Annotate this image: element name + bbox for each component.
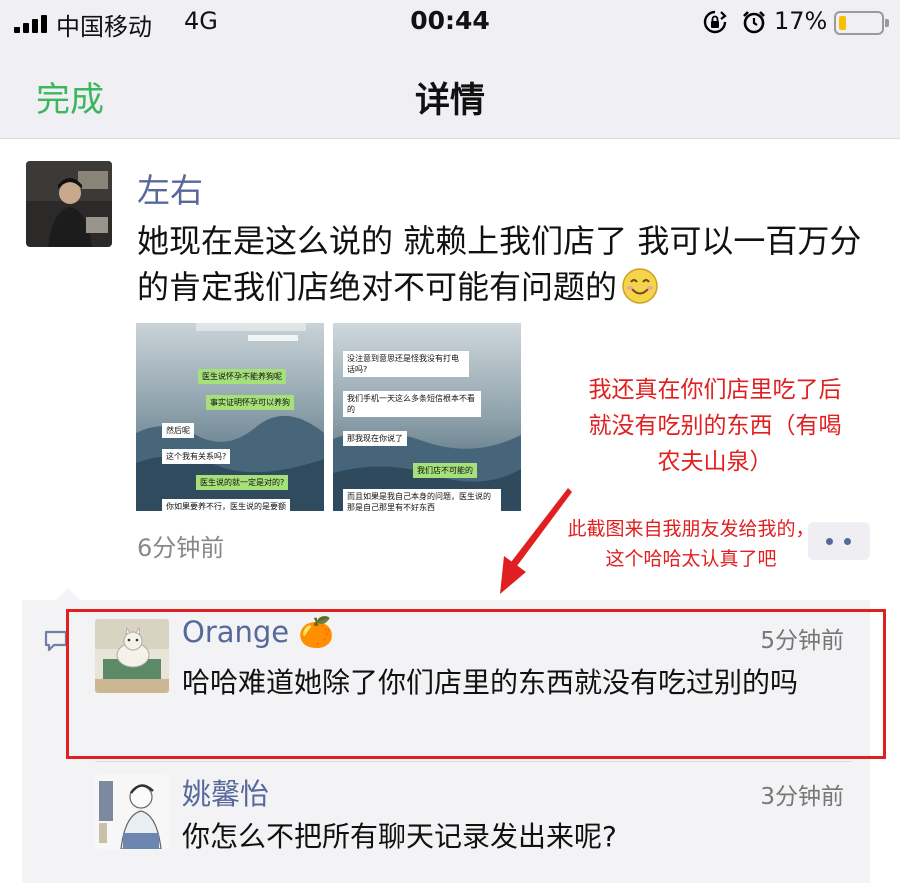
battery-percent: 17%: [774, 7, 828, 35]
chat-bubble: 我们手机一天这么多条短信根本不看的: [343, 391, 481, 417]
author-avatar[interactable]: [26, 161, 112, 247]
post-time: 6分钟前: [137, 534, 225, 562]
rotation-lock-icon: [703, 10, 727, 34]
network-type: 4G: [184, 7, 218, 35]
smile-emoji-icon: [622, 268, 658, 304]
nav-bar: 完成 详情: [0, 50, 900, 139]
battery-icon: [834, 11, 889, 35]
comment-author[interactable]: 姚馨怡: [182, 771, 269, 813]
annotation-note-2: 此截图来自我朋友发给我的，这个哈哈太认真了吧: [567, 518, 815, 570]
annotation-arrow-icon: [500, 488, 572, 594]
comment-time: 3分钟前: [760, 784, 844, 810]
battery-level-fill: [839, 16, 846, 30]
chat-bubble: 那我现在你说了: [343, 431, 407, 446]
post-author-name[interactable]: 左右: [137, 164, 203, 212]
comment-divider: [95, 761, 852, 762]
chat-bubble: 医生说的就一定是对的?: [196, 475, 289, 490]
more-actions-button[interactable]: [808, 522, 870, 560]
carrier-label: 中国移动: [56, 13, 152, 41]
comment-avatar[interactable]: [95, 775, 169, 849]
page-title: 详情: [414, 81, 485, 121]
chat-bubble: 没注意到意思还是怪我没有打电话吗?: [343, 351, 469, 377]
post-text: 她现在是这么说的 就赖上我们店了 我可以一百万分的肯定我们店绝对不可能有问题的: [137, 218, 877, 310]
status-bar: 中国移动 4G 00:44 17%: [0, 0, 900, 50]
comment-text: 你怎么不把所有聊天记录发出来呢?: [182, 820, 617, 853]
annotation-note-1: 我还真在你们店里吃了后就没有吃别的东西（有喝农夫山泉）: [588, 377, 842, 475]
highlight-box: [66, 609, 886, 759]
comments-caret: [56, 588, 80, 600]
chat-bubble: 医生说怀孕不能养狗呢: [198, 369, 286, 384]
post-text-content: 她现在是这么说的 就赖上我们店了 我可以一百万分的肯定我们店绝对不可能有问题的: [137, 222, 862, 306]
chat-bubble: 你如果要养不行，医生说的是要额: [162, 499, 290, 511]
signal-icon: [14, 15, 50, 33]
chat-bubble: 然后呢: [162, 423, 194, 438]
post-photo-2[interactable]: 没注意到意思还是怪我没有打电话吗? 我们手机一天这么多条短信根本不看的 那我现在…: [333, 323, 521, 511]
chat-bubble: 事实证明怀孕可以养狗: [206, 395, 294, 410]
post-photo-1[interactable]: 医生说怀孕不能养狗呢 事实证明怀孕可以养狗 然后呢 这个我有关系吗? 医生说的就…: [136, 323, 324, 511]
alarm-icon: [743, 11, 765, 34]
chat-bubble: 我们店不可能的: [413, 463, 477, 478]
chat-bubble: 而且如果是我自己本身的问题，医生说的那是自己那里有不好东西: [343, 489, 501, 511]
comment-author-name: 姚馨怡: [182, 777, 270, 811]
chat-bubble: 这个我有关系吗?: [162, 449, 231, 464]
